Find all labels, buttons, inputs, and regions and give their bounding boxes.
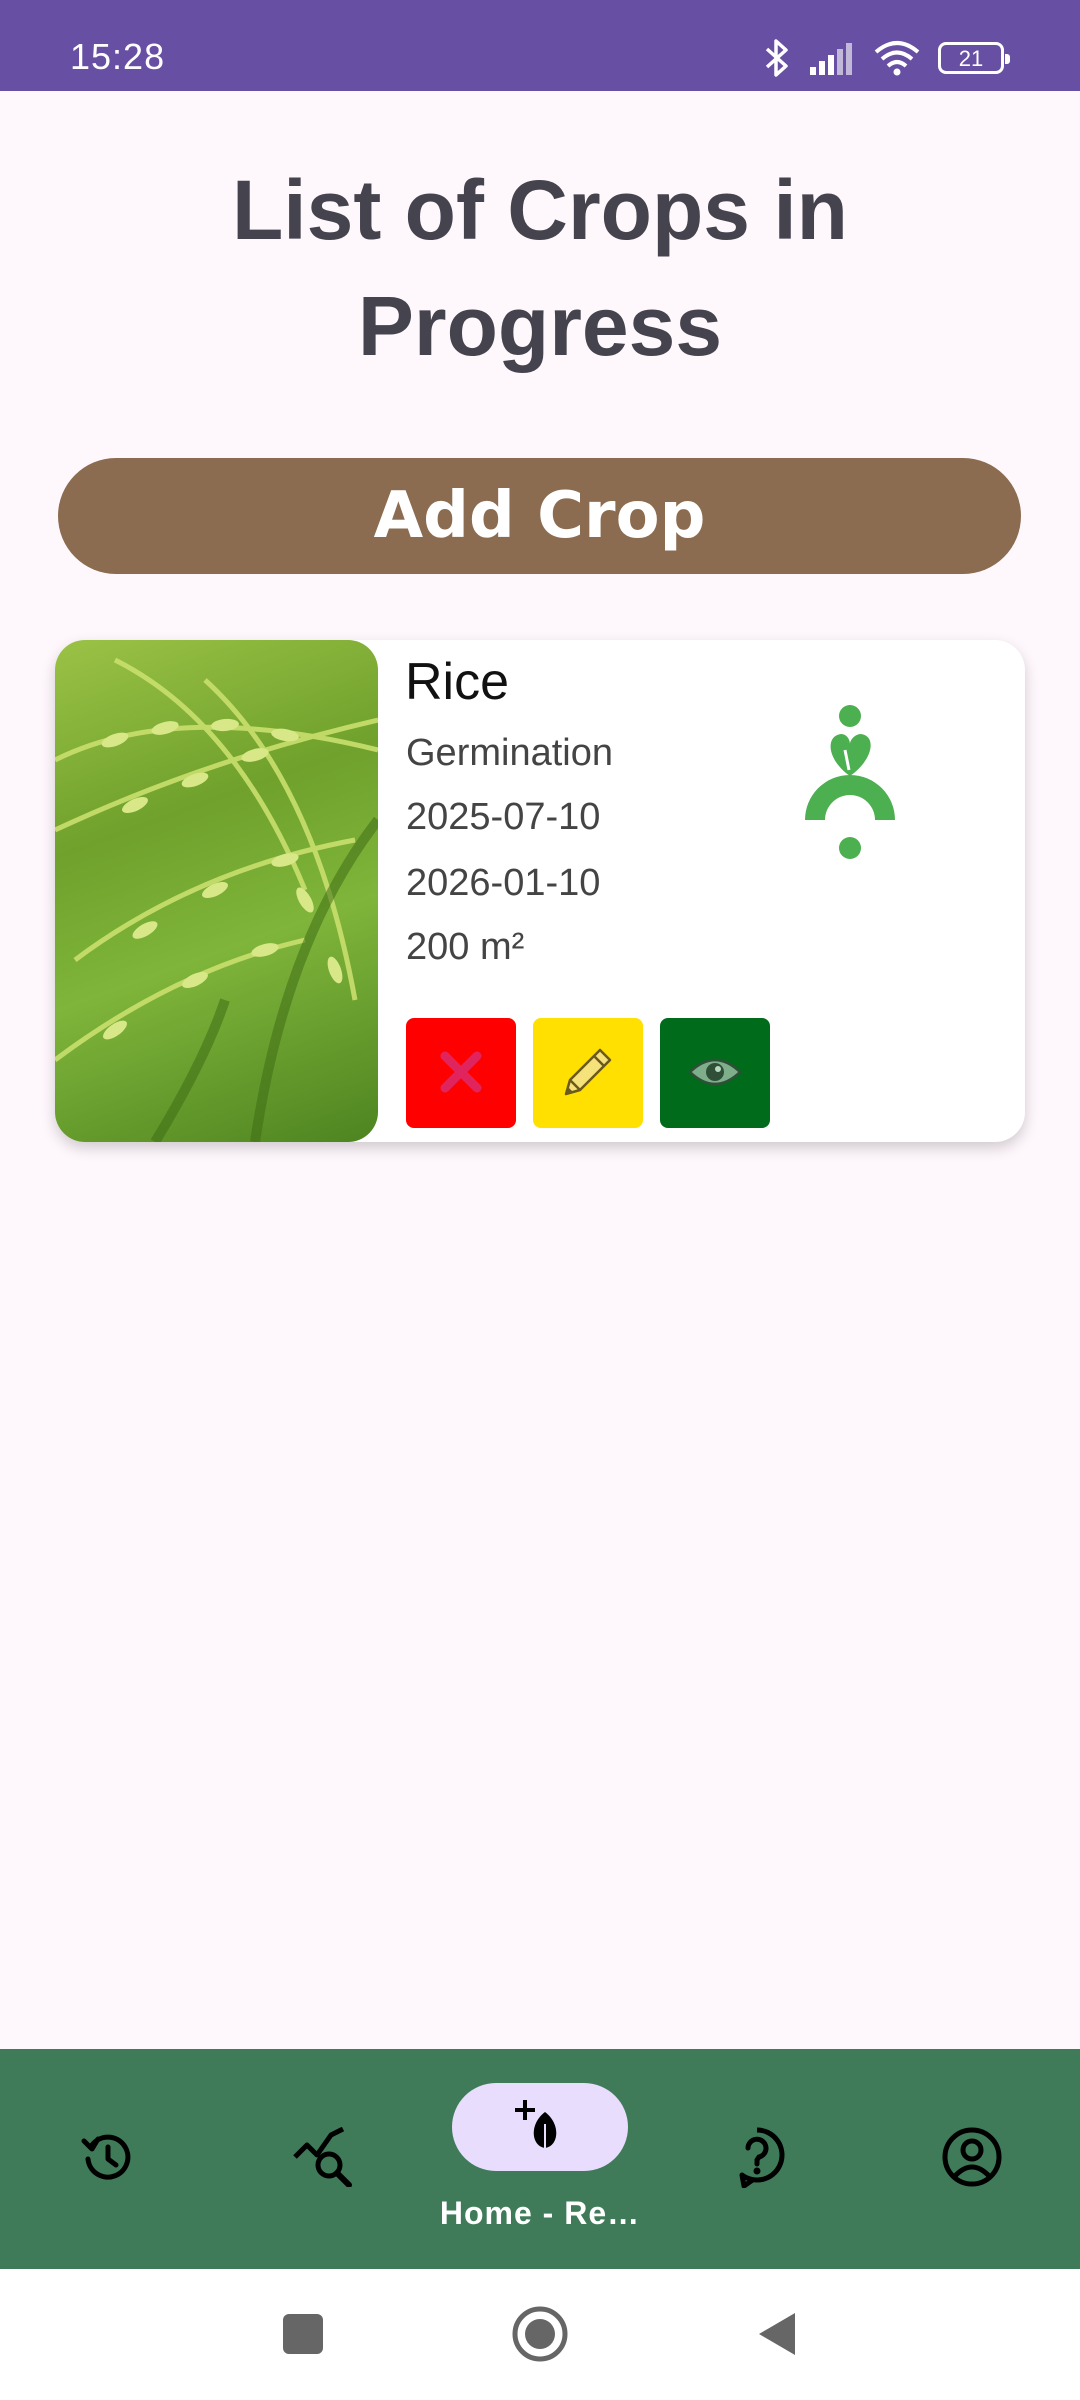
bluetooth-icon xyxy=(762,38,792,78)
wifi-icon xyxy=(874,40,920,76)
status-bar: 15:28 21 xyxy=(0,0,1080,91)
home-button[interactable] xyxy=(495,2291,585,2381)
view-button[interactable] xyxy=(660,1018,770,1128)
nav-home-label: Home - Re… xyxy=(439,2195,641,2231)
battery-level: 21 xyxy=(958,46,984,71)
back-button[interactable] xyxy=(732,2291,822,2381)
delete-button[interactable] xyxy=(406,1018,516,1128)
page-title: List of Crops in Progress xyxy=(232,163,848,373)
back-triangle-icon xyxy=(755,2309,799,2363)
history-icon xyxy=(80,2129,136,2189)
crop-image xyxy=(55,640,378,1142)
circle-icon xyxy=(510,2304,570,2368)
recent-apps-button[interactable] xyxy=(258,2291,348,2381)
nav-profile[interactable] xyxy=(922,2049,1022,2269)
status-time: 15:28 xyxy=(70,36,166,77)
crop-stage: Germination xyxy=(406,732,613,774)
view-eye-icon xyxy=(687,1052,743,1095)
crop-start-date: 2025-07-10 xyxy=(406,796,601,838)
add-crop-button[interactable]: Add Crop xyxy=(58,458,1021,574)
crop-name: Rice xyxy=(405,653,510,711)
square-icon xyxy=(281,2312,325,2360)
signal-icon xyxy=(810,41,856,75)
edit-button[interactable] xyxy=(533,1018,643,1128)
crop-card[interactable]: Rice Germination 2025-07-10 2026-01-10 2… xyxy=(55,640,1025,1142)
nav-home[interactable]: Home - Re… xyxy=(440,2049,640,2269)
crop-end-date: 2026-01-10 xyxy=(406,862,601,904)
germination-stage-icon xyxy=(795,670,905,864)
battery-icon: 21 xyxy=(938,42,1010,74)
help-icon xyxy=(728,2126,786,2192)
nav-analysis[interactable] xyxy=(274,2049,374,2269)
bottom-nav: Home - Re… xyxy=(0,2049,1080,2269)
edit-pencil-icon xyxy=(558,1042,618,1105)
nav-help[interactable] xyxy=(707,2049,807,2269)
nav-home-pill[interactable] xyxy=(452,2083,628,2171)
add-crop-leaf-icon xyxy=(515,2098,565,2156)
analysis-search-icon xyxy=(293,2126,355,2191)
crop-area: 200 m² xyxy=(406,926,525,968)
status-icons: 21 xyxy=(762,38,1010,78)
delete-icon xyxy=(439,1050,483,1097)
system-nav-bar xyxy=(0,2269,1080,2400)
profile-icon xyxy=(941,2126,1003,2192)
nav-history[interactable] xyxy=(58,2049,158,2269)
